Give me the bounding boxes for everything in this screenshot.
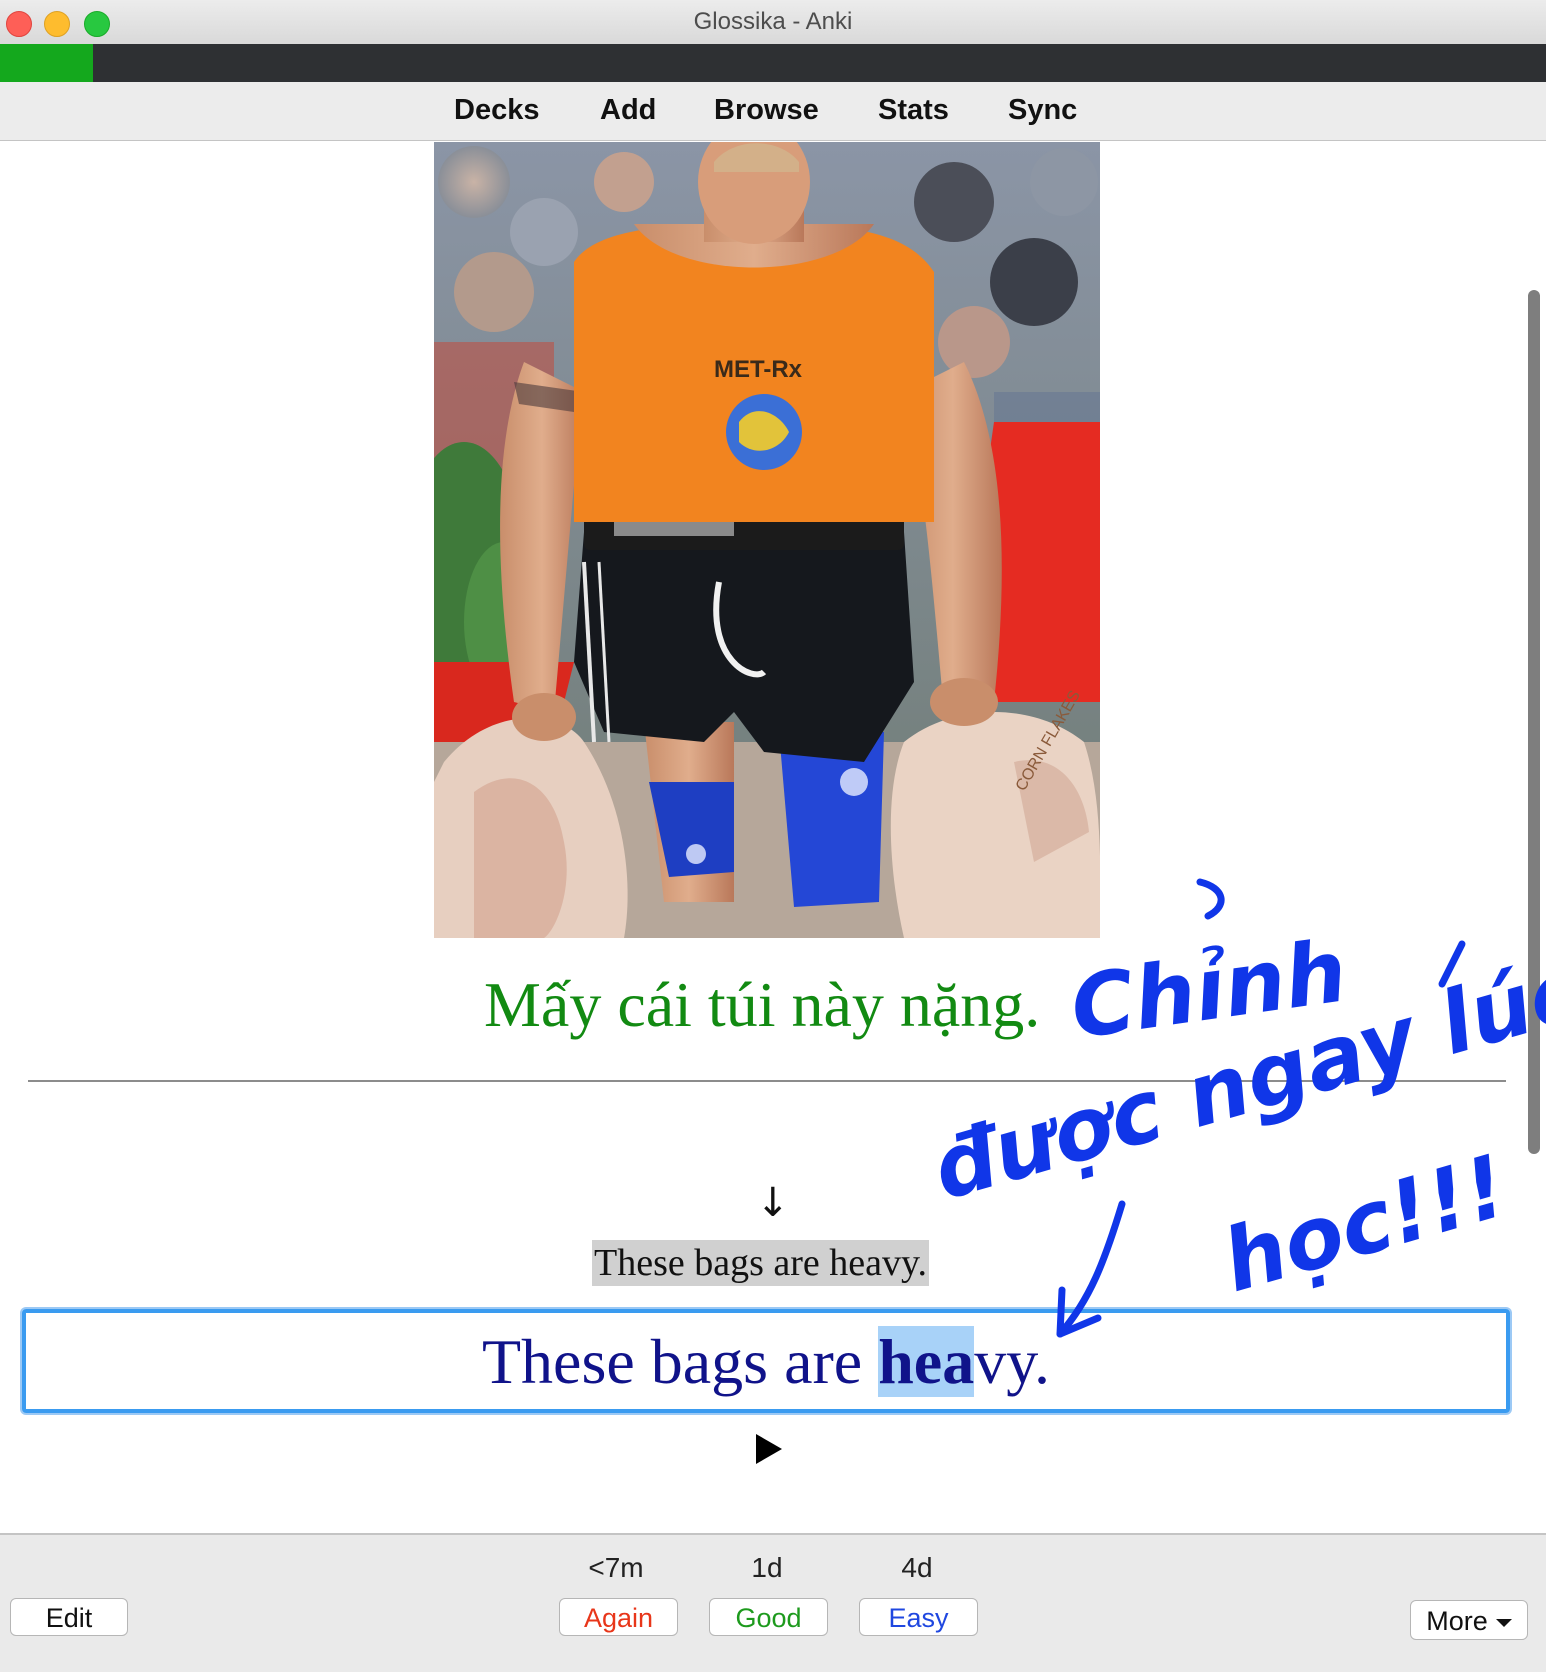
toolbar-add[interactable]: Add [600, 94, 656, 127]
title-bar: Glossika - Anki [0, 0, 1546, 45]
anki-window: Glossika - Anki Decks Add Browse Stats S… [0, 0, 1546, 1672]
again-button[interactable]: Again [559, 1598, 678, 1636]
window-title: Glossika - Anki [693, 8, 853, 35]
strongman-illustration: MET-Rx CORN FLAKES [434, 142, 1100, 938]
expected-answer: These bags are heavy. [592, 1240, 930, 1286]
toolbar-browse[interactable]: Browse [714, 94, 819, 127]
again-interval: <7m [588, 1552, 644, 1583]
easy-interval: 4d [901, 1552, 933, 1583]
card-photo: MET-Rx CORN FLAKES [434, 142, 1100, 938]
good-interval: 1d [751, 1552, 783, 1583]
more-button[interactable]: More [1410, 1600, 1528, 1640]
toolbar-stats[interactable]: Stats [878, 94, 949, 127]
typed-answer-field[interactable]: These bags are heavy. [22, 1309, 1510, 1413]
toolbar-decks[interactable]: Decks [454, 94, 539, 127]
toolbar-sync[interactable]: Sync [1008, 94, 1077, 127]
vietnamese-prompt: Mấy cái túi này nặng. [484, 969, 1041, 1040]
chevron-down-icon [1495, 1618, 1512, 1627]
good-button[interactable]: Good [709, 1598, 828, 1636]
more-button-label: More [1426, 1606, 1488, 1636]
play-audio-icon[interactable] [756, 1434, 782, 1464]
study-progress-bar [0, 44, 1546, 82]
shirt-logo-text: MET-Rx [714, 356, 803, 383]
vertical-scrollbar[interactable] [1528, 290, 1540, 1154]
typed-answer-highlight: hea [878, 1326, 975, 1397]
typed-answer-suffix: vy. [974, 1326, 1051, 1397]
study-progress-fill [0, 44, 93, 82]
edit-button[interactable]: Edit [10, 1598, 128, 1636]
easy-button[interactable]: Easy [859, 1598, 978, 1636]
down-arrow-icon: ↓ [756, 1180, 790, 1226]
card-divider [28, 1080, 1506, 1082]
typed-answer-prefix: These bags are [481, 1326, 879, 1397]
main-toolbar: Decks Add Browse Stats Sync [0, 82, 1546, 141]
